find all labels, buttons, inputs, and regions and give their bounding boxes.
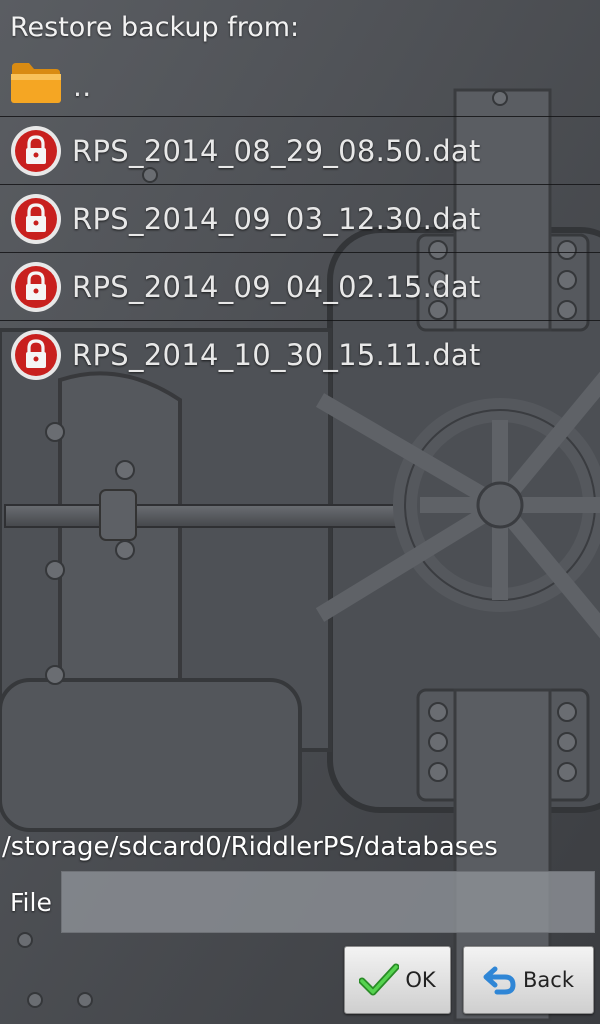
file-name: RPS_2014_08_29_08.50.dat	[72, 133, 481, 168]
file-name-input[interactable]	[61, 871, 595, 933]
checkmark-icon	[359, 963, 400, 996]
ok-button[interactable]: OK	[344, 946, 451, 1014]
folder-icon	[11, 63, 61, 103]
file-name: RPS_2014_09_04_02.15.dat	[72, 269, 481, 304]
file-name: RPS_2014_09_03_12.30.dat	[72, 201, 481, 236]
locked-file-icon	[11, 193, 61, 244]
ok-label: OK	[405, 968, 436, 992]
file-label: File	[10, 888, 52, 917]
back-button[interactable]: Back	[463, 946, 594, 1014]
locked-file-icon	[11, 125, 61, 176]
file-name: RPS_2014_10_30_15.11.dat	[72, 338, 481, 372]
list-item-file[interactable]: RPS_2014_10_30_15.11.dat	[0, 321, 600, 389]
dialog-title: Restore backup from:	[10, 12, 300, 43]
locked-file-icon	[11, 261, 61, 312]
back-arrow-icon	[483, 966, 516, 995]
list-item-file[interactable]: RPS_2014_09_03_12.30.dat	[0, 185, 600, 253]
locked-file-icon	[11, 330, 61, 380]
back-label: Back	[523, 968, 574, 992]
file-list: .. RPS_2014_08_29_08.50.dat RPS_2014_09_…	[0, 50, 600, 389]
current-path: /storage/sdcard0/RiddlerPS/databases	[2, 832, 498, 862]
list-item-file[interactable]: RPS_2014_09_04_02.15.dat	[0, 253, 600, 321]
list-item-parent-folder[interactable]: ..	[0, 50, 600, 117]
parent-folder-label: ..	[73, 69, 92, 103]
list-item-file[interactable]: RPS_2014_08_29_08.50.dat	[0, 117, 600, 185]
